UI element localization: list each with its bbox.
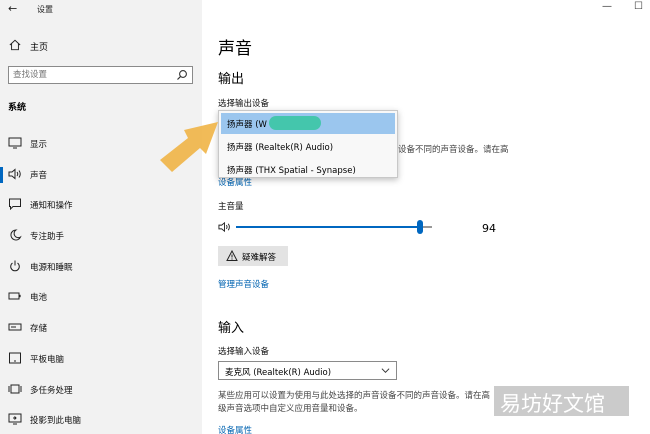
sidebar-item-tablet[interactable]: 平板电脑	[0, 345, 202, 376]
moon-icon	[10, 229, 22, 241]
sidebar-item-power-sleep[interactable]: 电源和睡眠	[0, 253, 202, 284]
chevron-down-icon	[381, 368, 390, 374]
slider-fill	[236, 226, 421, 228]
speaker-icon[interactable]	[218, 221, 231, 233]
sidebar-item-label: 显示	[30, 140, 48, 150]
sidebar-item-multitasking[interactable]: 多任务处理	[0, 376, 202, 407]
section-title: 系统	[8, 103, 27, 113]
dropdown-option[interactable]: 扬声器 (W	[221, 113, 395, 134]
app-title: 设置	[37, 5, 53, 14]
annotation-arrow	[160, 122, 218, 172]
dropdown-option-label: 扬声器 (W	[227, 120, 267, 130]
dropdown-option[interactable]: 扬声器 (THX Spatial - Synapse)	[221, 159, 395, 180]
manage-sound-devices-link[interactable]: 管理声音设备	[218, 278, 269, 290]
sidebar-item-label: 通知和操作	[30, 201, 73, 212]
slider-track[interactable]	[236, 220, 432, 234]
search-input[interactable]	[13, 69, 163, 81]
sidebar-item-label: 存储	[30, 324, 48, 335]
sidebar-item-notifications[interactable]: 通知和操作	[0, 191, 202, 222]
watermark: 易坊好文馆	[500, 392, 605, 416]
output-description: 设备不同的声音设备。请在高	[398, 145, 509, 155]
sidebar-item-label: 平板电脑	[30, 354, 65, 365]
sidebar-item-label: 主页	[30, 43, 49, 53]
projector-icon	[8, 413, 22, 425]
sidebar-item-label: 投影到此电脑	[30, 416, 82, 427]
minimize-button[interactable]: —	[602, 1, 612, 12]
input-heading: 输入	[218, 321, 245, 336]
sidebar-item-battery[interactable]: 电池	[0, 283, 202, 314]
input-description-line2: 级声音选项中自定义应用音量和设备。	[218, 404, 363, 414]
sidebar-item-label: 电池	[30, 293, 48, 304]
slider-thumb[interactable]	[417, 220, 424, 234]
dropdown-option-label: 扬声器 (THX Spatial - Synapse)	[227, 166, 356, 176]
troubleshoot-button[interactable]: 疑难解答	[218, 246, 288, 266]
notification-icon	[9, 198, 21, 211]
sidebar-item-focus-assist[interactable]: 专注助手	[0, 222, 202, 253]
troubleshoot-label: 疑难解答	[242, 253, 277, 263]
input-device-value: 麦克风 (Realtek(R) Audio)	[225, 368, 332, 378]
warning-icon	[226, 250, 238, 261]
sidebar: ← 设置 主页 系统 显示 声音	[0, 0, 202, 434]
storage-icon	[8, 323, 22, 331]
search-icon[interactable]	[176, 69, 188, 81]
dropdown-option-label: 扬声器 (Realtek(R) Audio)	[227, 143, 334, 153]
choose-input-label: 选择输入设备	[218, 347, 270, 357]
sidebar-item-label: 声音	[30, 170, 48, 181]
multitask-icon	[8, 384, 22, 393]
speaker-icon	[8, 168, 21, 180]
sidebar-item-label: 电源和睡眠	[30, 262, 73, 273]
choose-output-label: 选择输出设备	[218, 99, 270, 109]
monitor-icon	[8, 137, 22, 149]
back-button[interactable]: ←	[8, 2, 17, 15]
redaction-blur	[269, 116, 321, 130]
sidebar-item-storage[interactable]: 存储	[0, 314, 202, 345]
battery-icon	[8, 292, 21, 300]
title-bar: ← 设置	[0, 0, 202, 20]
power-icon	[10, 260, 20, 271]
page-title: 声音	[218, 39, 252, 59]
maximize-button[interactable]: ☐	[634, 1, 643, 12]
input-device-properties-link[interactable]: 设备属性	[218, 424, 252, 434]
output-heading: 输出	[218, 72, 245, 87]
search-box[interactable]	[8, 66, 193, 84]
dropdown-option[interactable]: 扬声器 (Realtek(R) Audio)	[221, 136, 395, 157]
sidebar-item-home[interactable]: 主页	[8, 39, 188, 53]
volume-slider[interactable]	[218, 220, 488, 234]
main-content: — ☐ 声音 输出 选择输出设备 设备不同的声音设备。请在高 设备属性 主音量 …	[202, 0, 650, 434]
output-device-dropdown[interactable]: 扬声器 (W 扬声器 (Realtek(R) Audio) 扬声器 (THX S…	[218, 110, 398, 178]
sidebar-item-label: 多任务处理	[30, 385, 73, 396]
input-device-select[interactable]: 麦克风 (Realtek(R) Audio)	[218, 361, 397, 380]
home-icon	[9, 39, 21, 51]
tablet-icon	[9, 352, 21, 364]
volume-value: 94	[482, 222, 496, 235]
input-description-line1: 某些应用可以设置为使用与此处选择的声音设备不同的声音设备。请在高	[218, 391, 491, 401]
master-volume-label: 主音量	[218, 202, 244, 212]
sidebar-item-project-to-pc[interactable]: 投影到此电脑	[0, 406, 202, 434]
sidebar-item-label: 专注助手	[30, 232, 65, 243]
